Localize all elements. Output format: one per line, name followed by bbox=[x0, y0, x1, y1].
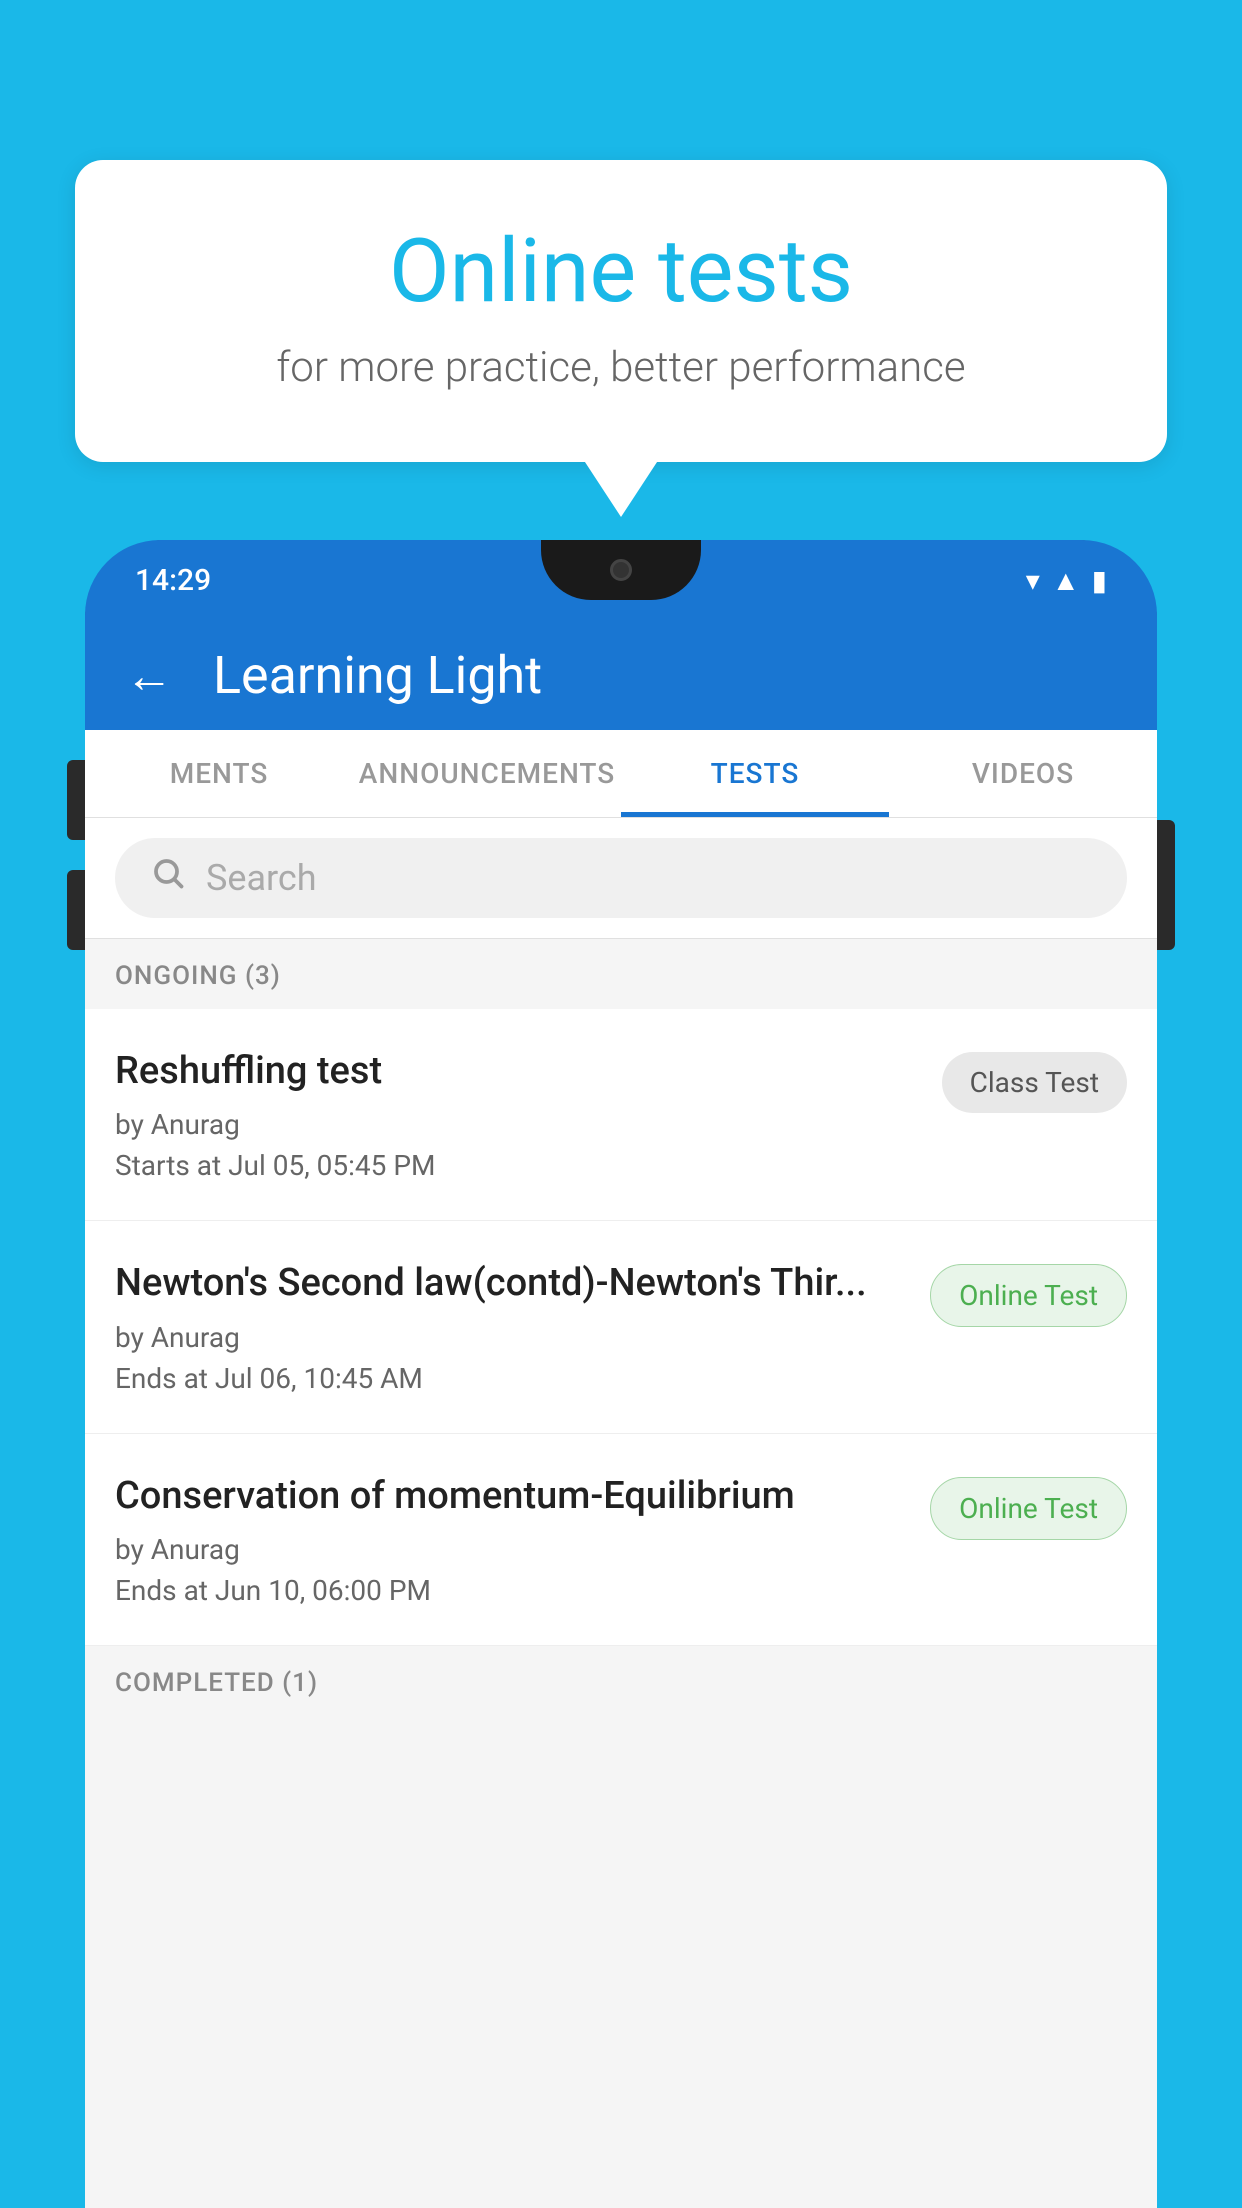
wifi-icon: ▾ bbox=[1026, 564, 1040, 597]
tab-ments[interactable]: MENTS bbox=[85, 730, 353, 817]
tab-announcements[interactable]: ANNOUNCEMENTS bbox=[353, 730, 621, 817]
search-input[interactable]: Search bbox=[206, 857, 317, 899]
search-icon bbox=[150, 855, 186, 901]
speech-bubble-container: Online tests for more practice, better p… bbox=[75, 160, 1167, 462]
back-button[interactable]: ← bbox=[125, 647, 173, 704]
notch bbox=[541, 540, 701, 600]
test-badge-3: Online Test bbox=[930, 1477, 1127, 1540]
search-container: Search bbox=[85, 818, 1157, 939]
section-header-completed: COMPLETED (1) bbox=[85, 1646, 1157, 1716]
front-camera bbox=[610, 559, 632, 581]
signal-icon: ▲ bbox=[1052, 564, 1080, 597]
test-info-1: Reshuffling test by Anurag Starts at Jul… bbox=[115, 1047, 922, 1182]
status-time: 14:29 bbox=[135, 563, 211, 598]
phone-content: Search ONGOING (3) Reshuffling test by A… bbox=[85, 818, 1157, 2208]
section-header-ongoing: ONGOING (3) bbox=[85, 939, 1157, 1009]
test-time-2: Ends at Jul 06, 10:45 AM bbox=[115, 1362, 910, 1395]
test-time-1: Starts at Jul 05, 05:45 PM bbox=[115, 1149, 922, 1182]
test-info-3: Conservation of momentum-Equilibrium by … bbox=[115, 1472, 910, 1607]
section-label-ongoing: ONGOING (3) bbox=[115, 961, 281, 991]
bubble-subtitle: for more practice, better performance bbox=[155, 343, 1087, 392]
test-title-1: Reshuffling test bbox=[115, 1047, 922, 1096]
phone-outer: 14:29 ▾ ▲ ▮ ← Learning Light MENTS ANNOU… bbox=[85, 540, 1157, 2208]
volume-up-button bbox=[67, 760, 85, 840]
battery-icon: ▮ bbox=[1092, 564, 1107, 597]
test-badge-1: Class Test bbox=[942, 1052, 1127, 1113]
speech-bubble: Online tests for more practice, better p… bbox=[75, 160, 1167, 462]
phone-frame: 14:29 ▾ ▲ ▮ ← Learning Light MENTS ANNOU… bbox=[85, 540, 1157, 2208]
tab-tests[interactable]: TESTS bbox=[621, 730, 889, 817]
app-title: Learning Light bbox=[213, 645, 542, 706]
test-list: Reshuffling test by Anurag Starts at Jul… bbox=[85, 1009, 1157, 1646]
section-label-completed: COMPLETED (1) bbox=[115, 1668, 318, 1698]
test-title-2: Newton's Second law(contd)-Newton's Thir… bbox=[115, 1259, 910, 1308]
power-button bbox=[1157, 820, 1175, 950]
status-icons: ▾ ▲ ▮ bbox=[1026, 564, 1107, 597]
tab-bar: MENTS ANNOUNCEMENTS TESTS VIDEOS bbox=[85, 730, 1157, 818]
bubble-title: Online tests bbox=[155, 220, 1087, 323]
test-badge-2: Online Test bbox=[930, 1264, 1127, 1327]
test-author-1: by Anurag bbox=[115, 1108, 922, 1141]
test-item-conservation[interactable]: Conservation of momentum-Equilibrium by … bbox=[85, 1434, 1157, 1646]
app-bar: ← Learning Light bbox=[85, 620, 1157, 730]
test-author-2: by Anurag bbox=[115, 1321, 910, 1354]
test-item-newtons[interactable]: Newton's Second law(contd)-Newton's Thir… bbox=[85, 1221, 1157, 1433]
volume-down-button bbox=[67, 870, 85, 950]
test-author-3: by Anurag bbox=[115, 1533, 910, 1566]
test-item-reshuffling[interactable]: Reshuffling test by Anurag Starts at Jul… bbox=[85, 1009, 1157, 1221]
test-info-2: Newton's Second law(contd)-Newton's Thir… bbox=[115, 1259, 910, 1394]
tab-videos[interactable]: VIDEOS bbox=[889, 730, 1157, 817]
test-title-3: Conservation of momentum-Equilibrium bbox=[115, 1472, 910, 1521]
test-time-3: Ends at Jun 10, 06:00 PM bbox=[115, 1574, 910, 1607]
search-bar[interactable]: Search bbox=[115, 838, 1127, 918]
status-bar: 14:29 ▾ ▲ ▮ bbox=[85, 540, 1157, 620]
